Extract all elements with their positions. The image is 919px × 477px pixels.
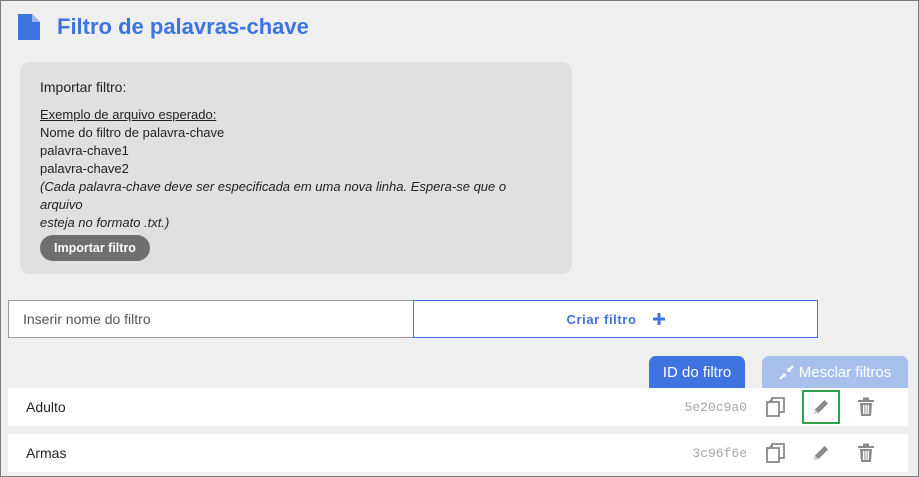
pencil-icon <box>814 446 828 460</box>
copy-icon <box>766 397 785 417</box>
page-title: Filtro de palavras-chave <box>57 14 309 39</box>
import-filter-button[interactable]: Importar filtro <box>40 235 150 261</box>
create-filter-label: Criar filtro <box>566 311 637 327</box>
copy-button[interactable] <box>757 390 795 424</box>
trash-icon <box>858 397 874 416</box>
filter-name-input[interactable] <box>8 300 414 338</box>
example-note: esteja no formato .txt.) <box>40 215 170 230</box>
page-header: Filtro de palavras-chave <box>18 14 309 40</box>
document-icon <box>18 14 40 40</box>
plus-icon <box>652 313 665 325</box>
edit-button[interactable] <box>802 436 840 470</box>
tab-filter-id[interactable]: ID do filtro <box>649 356 745 388</box>
filter-id: 3c96f6e <box>692 445 747 461</box>
filter-row[interactable]: Armas 3c96f6e <box>8 434 908 472</box>
filter-id: 5e20c9a0 <box>684 399 747 415</box>
filter-name: Adulto <box>26 399 66 415</box>
filter-name: Armas <box>26 445 67 461</box>
example-note: (Cada palavra-chave deve ser especificad… <box>40 179 507 212</box>
merge-filters-label: Mesclar filtros <box>798 363 892 381</box>
edit-button[interactable] <box>802 390 840 424</box>
example-heading: Exemplo de arquivo esperado: <box>40 107 217 122</box>
import-title: Importar filtro: <box>40 79 127 95</box>
import-filter-panel: Importar filtro: Exemplo de arquivo espe… <box>20 62 572 274</box>
example-line: palavra-chave2 <box>40 161 129 176</box>
example-line: palavra-chave1 <box>40 143 129 158</box>
delete-button[interactable] <box>847 390 885 424</box>
trash-icon <box>858 443 874 462</box>
merge-filters-button[interactable]: Mesclar filtros <box>762 356 908 388</box>
copy-icon <box>766 443 785 463</box>
filter-row[interactable]: Adulto 5e20c9a0 <box>8 388 908 426</box>
merge-icon <box>779 364 794 380</box>
create-filter-button[interactable]: Criar filtro <box>413 300 818 338</box>
delete-button[interactable] <box>847 436 885 470</box>
copy-button[interactable] <box>757 436 795 470</box>
example-line: Nome do filtro de palavra-chave <box>40 125 225 140</box>
pencil-icon <box>814 400 828 414</box>
